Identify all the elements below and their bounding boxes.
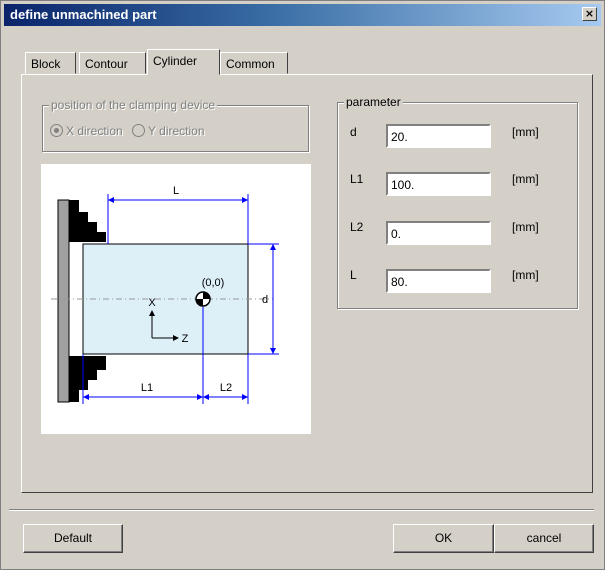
radio-y-label: Y direction (148, 124, 205, 138)
unit-L2: [mm] (512, 220, 539, 234)
L-input[interactable]: 80. (386, 269, 491, 293)
parameter-group: parameter d 20. [mm] L1 100. [mm] L2 0. … (337, 95, 578, 309)
tab-common[interactable]: Common (220, 52, 288, 74)
radio-x-label: X direction (66, 124, 123, 138)
L2-input[interactable]: 0. (386, 221, 491, 245)
ok-button[interactable]: OK (393, 524, 494, 553)
tab-block[interactable]: Block (25, 52, 76, 74)
axis-z-label: Z (182, 333, 189, 345)
dim-label-L1: L1 (141, 382, 153, 394)
dim-label-L2: L2 (220, 382, 232, 394)
parameter-legend: parameter (344, 95, 403, 109)
radio-y-direction[interactable]: Y direction (132, 124, 205, 138)
window-title: define unmachined part (10, 7, 157, 22)
param-label-d: d (350, 125, 357, 139)
dialog-window: define unmachined part × Block Contour C… (0, 0, 605, 570)
cylinder-diagram: L d L1 L2 (0,0) X Z (41, 164, 311, 434)
dim-label-d: d (262, 294, 268, 306)
param-label-L1: L1 (350, 172, 364, 186)
L1-input[interactable]: 100. (386, 172, 491, 196)
close-button[interactable]: × (582, 7, 597, 21)
unit-d: [mm] (512, 125, 539, 139)
unit-L: [mm] (512, 268, 539, 282)
param-label-L2: L2 (350, 220, 364, 234)
radio-x-direction[interactable]: X direction (50, 124, 123, 138)
tab-contour[interactable]: Contour (79, 52, 146, 74)
origin-label: (0,0) (202, 277, 225, 289)
default-button[interactable]: Default (23, 524, 123, 553)
title-bar[interactable]: define unmachined part × (4, 4, 601, 26)
radio-selected-icon (50, 124, 63, 137)
axis-x-label: X (148, 297, 156, 309)
chuck-plate (57, 199, 70, 403)
tab-panel-cylinder: position of the clamping device X direct… (21, 74, 593, 493)
dim-label-L: L (173, 185, 179, 197)
bottom-separator (9, 509, 594, 511)
clamping-group: position of the clamping device X direct… (42, 98, 309, 152)
clamping-legend: position of the clamping device (49, 98, 218, 112)
radio-unselected-icon (132, 124, 146, 137)
tab-cylinder[interactable]: Cylinder (147, 49, 220, 75)
cancel-button[interactable]: cancel (494, 524, 594, 553)
d-input[interactable]: 20. (386, 124, 491, 148)
param-label-L: L (350, 268, 357, 282)
unit-L1: [mm] (512, 172, 539, 186)
